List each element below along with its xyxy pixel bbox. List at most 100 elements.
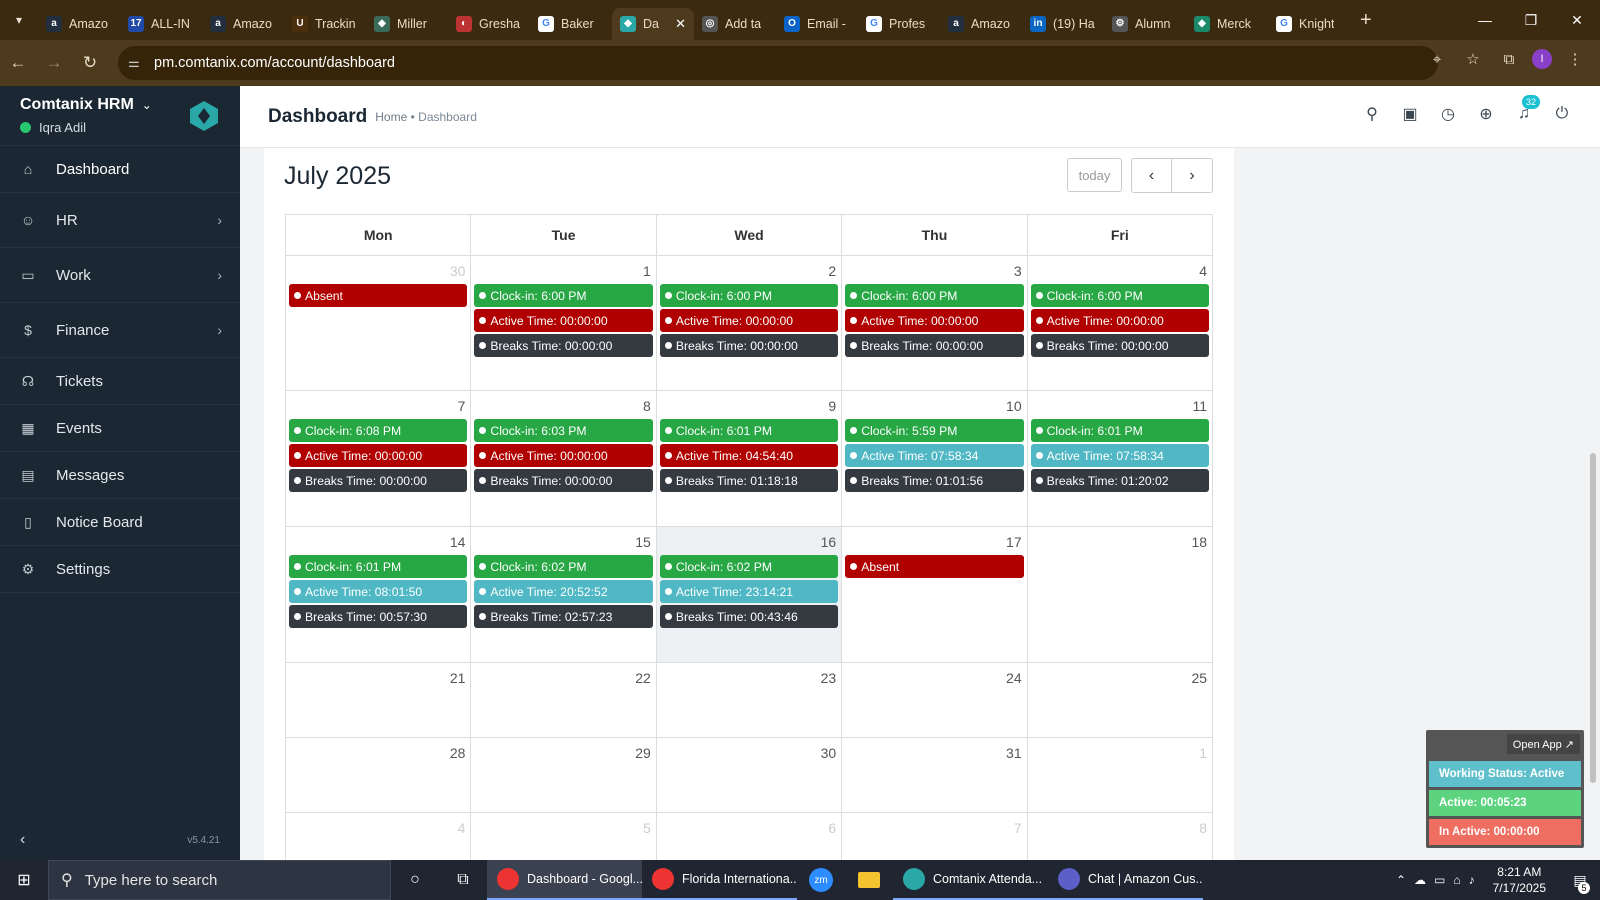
tray-chevron-up-icon[interactable]: ⌃ bbox=[1396, 873, 1406, 887]
forward-icon[interactable]: → bbox=[36, 45, 72, 81]
open-app-button[interactable]: Open App ↗ bbox=[1506, 734, 1580, 754]
volume-icon[interactable]: ♪ bbox=[1469, 873, 1475, 887]
day-number[interactable]: 15 bbox=[635, 534, 651, 550]
browser-tab[interactable]: G Profes bbox=[858, 8, 940, 40]
chevron-down-icon[interactable]: ⌄ bbox=[142, 98, 152, 112]
day-number[interactable]: 9 bbox=[828, 398, 836, 414]
file-explorer-icon[interactable] bbox=[845, 860, 893, 900]
day-number[interactable]: 8 bbox=[1199, 820, 1207, 836]
brand-block[interactable]: Comtanix HRM ⌄ Iqra Adil bbox=[0, 86, 240, 146]
browser-tab[interactable]: ◎ Add ta bbox=[694, 8, 776, 40]
cortana-icon[interactable]: ○ bbox=[391, 860, 439, 900]
network-icon[interactable]: ▭ bbox=[1434, 873, 1445, 887]
day-number[interactable]: 23 bbox=[821, 670, 837, 686]
today-button[interactable]: today bbox=[1067, 158, 1122, 192]
browser-tab[interactable]: G Baker bbox=[530, 8, 612, 40]
day-cell[interactable]: 9 Clock-in: 6:01 PM Active Time: 04:54:40 B… bbox=[657, 391, 843, 526]
day-number[interactable]: 28 bbox=[450, 745, 466, 761]
calendar-event[interactable]: Clock-in: 6:02 PM bbox=[659, 555, 839, 578]
calendar-event[interactable]: Breaks Time: 00:00:00 bbox=[474, 469, 653, 492]
breadcrumb-home[interactable]: Home bbox=[375, 110, 407, 124]
url-input[interactable]: ⚌ pm.comtanix.com/account/dashboard bbox=[118, 46, 1438, 80]
calendar-event[interactable]: Active Time: 07:58:34 bbox=[845, 444, 1024, 467]
profile-avatar[interactable]: I bbox=[1532, 49, 1552, 69]
day-cell[interactable]: 24 bbox=[842, 663, 1028, 737]
calendar-event[interactable]: Active Time: 00:00:00 bbox=[474, 309, 653, 332]
sidebar-item-hr[interactable]: ☺ HR › bbox=[0, 193, 240, 248]
day-cell[interactable]: 30 bbox=[657, 738, 843, 812]
calendar-event[interactable]: Clock-in: 6:01 PM bbox=[659, 419, 839, 442]
day-cell[interactable]: 4 Clock-in: 6:00 PM Active Time: 00:00:00 B… bbox=[1028, 256, 1212, 390]
calendar-event[interactable]: Breaks Time: 01:20:02 bbox=[1030, 469, 1210, 492]
close-tab-icon[interactable]: ✕ bbox=[675, 16, 686, 32]
day-number[interactable]: 11 bbox=[1192, 398, 1207, 414]
day-cell[interactable]: 3 Clock-in: 6:00 PM Active Time: 00:00:00 B… bbox=[842, 256, 1028, 390]
calendar-event[interactable]: Active Time: 07:58:34 bbox=[1030, 444, 1210, 467]
calendar-event[interactable]: Clock-in: 6:00 PM bbox=[474, 284, 653, 307]
clock-icon[interactable]: ◷ bbox=[1438, 104, 1458, 124]
calendar-event[interactable]: Clock-in: 5:59 PM bbox=[845, 419, 1024, 442]
day-number[interactable]: 29 bbox=[635, 745, 651, 761]
day-cell[interactable]: 18 bbox=[1028, 527, 1212, 662]
prev-month-button[interactable]: ‹ bbox=[1131, 158, 1172, 193]
day-cell[interactable]: 25 bbox=[1028, 663, 1212, 737]
calendar-event[interactable]: Clock-in: 6:08 PM bbox=[289, 419, 468, 442]
calendar-event[interactable]: Absent bbox=[289, 284, 468, 307]
browser-tab[interactable]: ◐ Gresha bbox=[448, 8, 530, 40]
day-cell[interactable]: 14 Clock-in: 6:01 PM Active Time: 08:01:50… bbox=[286, 527, 472, 662]
calendar-event[interactable]: Clock-in: 6:01 PM bbox=[289, 555, 468, 578]
bell-icon[interactable]: ♫ 32 bbox=[1514, 95, 1541, 124]
taskbar-app[interactable]: Comtanix Attenda... bbox=[893, 860, 1048, 900]
task-view-icon[interactable]: ⧉ bbox=[439, 860, 487, 900]
minimize-icon[interactable]: — bbox=[1462, 0, 1508, 40]
sidebar-item-settings[interactable]: ⚙ Settings bbox=[0, 546, 240, 593]
sidebar-item-events[interactable]: ▦ Events bbox=[0, 405, 240, 452]
sidebar-item-finance[interactable]: $ Finance › bbox=[0, 303, 240, 358]
day-number[interactable]: 24 bbox=[1006, 670, 1022, 686]
calendar-event[interactable]: Active Time: 20:52:52 bbox=[474, 580, 653, 603]
day-cell[interactable]: 8 Clock-in: 6:03 PM Active Time: 00:00:00 B… bbox=[471, 391, 657, 526]
calendar-event[interactable]: Clock-in: 6:00 PM bbox=[1030, 284, 1210, 307]
calendar-event[interactable]: Breaks Time: 02:57:23 bbox=[474, 605, 653, 628]
next-month-button[interactable]: › bbox=[1172, 158, 1213, 193]
day-number[interactable]: 6 bbox=[828, 820, 836, 836]
sidebar-item-notice-board[interactable]: ▯ Notice Board bbox=[0, 499, 240, 546]
day-number[interactable]: 1 bbox=[1199, 745, 1207, 761]
day-number[interactable]: 1 bbox=[643, 263, 651, 279]
taskbar-app[interactable]: Dashboard - Googl... bbox=[487, 860, 642, 900]
calendar-event[interactable]: Breaks Time: 01:01:56 bbox=[845, 469, 1024, 492]
collapse-sidebar-icon[interactable]: ‹ bbox=[20, 831, 25, 849]
sidebar-item-tickets[interactable]: ☊ Tickets bbox=[0, 358, 240, 405]
browser-tab[interactable]: U Trackin bbox=[284, 8, 366, 40]
site-settings-icon[interactable]: ⚌ bbox=[128, 55, 140, 71]
browser-tab[interactable]: ◆ Miller bbox=[366, 8, 448, 40]
calendar-event[interactable]: Active Time: 23:14:21 bbox=[659, 580, 839, 603]
day-number[interactable]: 4 bbox=[458, 820, 466, 836]
browser-menu-icon[interactable]: ⋮ bbox=[1562, 46, 1588, 72]
day-number[interactable]: 22 bbox=[635, 670, 651, 686]
day-cell[interactable]: 31 bbox=[842, 738, 1028, 812]
location-icon[interactable]: ⌖ bbox=[1424, 46, 1450, 72]
browser-tab[interactable]: a Amazo bbox=[940, 8, 1022, 40]
system-clock[interactable]: 8:21 AM 7/17/2025 bbox=[1493, 864, 1546, 896]
browser-tab[interactable]: a Amazo bbox=[38, 8, 120, 40]
calendar-event[interactable]: Clock-in: 6:00 PM bbox=[659, 284, 839, 307]
day-number[interactable]: 10 bbox=[1006, 398, 1022, 414]
reload-icon[interactable]: ↻ bbox=[72, 45, 108, 81]
day-cell[interactable]: 21 bbox=[286, 663, 472, 737]
calendar-event[interactable]: Active Time: 00:00:00 bbox=[845, 309, 1024, 332]
day-cell[interactable]: 28 bbox=[286, 738, 472, 812]
day-cell[interactable]: 30 Absent bbox=[286, 256, 472, 390]
day-number[interactable]: 7 bbox=[458, 398, 466, 414]
calendar-event[interactable]: Breaks Time: 00:00:00 bbox=[289, 469, 468, 492]
day-cell[interactable]: 2 Clock-in: 6:00 PM Active Time: 00:00:00 B… bbox=[657, 256, 843, 390]
scrollbar-thumb[interactable] bbox=[1590, 453, 1596, 783]
day-number[interactable]: 18 bbox=[1191, 534, 1207, 550]
close-window-icon[interactable]: ✕ bbox=[1554, 0, 1600, 40]
day-cell[interactable]: 29 bbox=[471, 738, 657, 812]
wifi-icon[interactable]: ⌂ bbox=[1453, 873, 1460, 887]
day-number[interactable]: 5 bbox=[643, 820, 651, 836]
sidebar-item-messages[interactable]: ▤ Messages bbox=[0, 452, 240, 499]
zoom-icon[interactable]: zm bbox=[797, 860, 845, 900]
calendar-event[interactable]: Active Time: 08:01:50 bbox=[289, 580, 468, 603]
